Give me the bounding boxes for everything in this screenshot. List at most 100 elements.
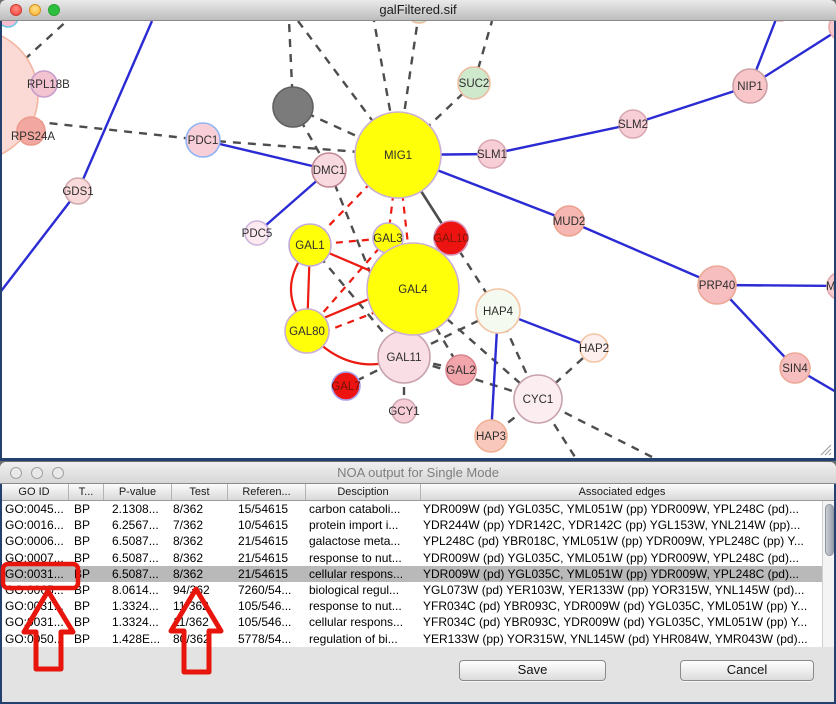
node-label: GAL80 (289, 326, 325, 338)
node-label: HAP2 (579, 343, 609, 355)
node-label: GAL10 (433, 233, 469, 245)
network-window-title: galFiltered.sif (0, 0, 836, 20)
node-gray-node[interactable] (273, 87, 313, 127)
network-edge (78, 21, 152, 191)
column-header-description[interactable]: Desciption (305, 484, 420, 500)
node-label: SUC2 (459, 78, 490, 90)
cell-description: cellular respons... (305, 615, 420, 629)
node-label: SIN4 (782, 363, 808, 375)
close-button-icon[interactable] (10, 467, 22, 479)
cell-edges: YDR009W (pd) YGL035C, YML051W (pp) YDR00… (420, 551, 822, 565)
network-window-titlebar[interactable]: galFiltered.sif (0, 0, 836, 21)
cell-edges: YGL073W (pd) YER103W, YER133W (pp) YOR31… (420, 583, 822, 597)
cell-type: BP (68, 534, 103, 548)
noa-output-window: NOA output for Single Mode GO IDT...P-va… (0, 462, 836, 704)
table-header: GO IDT...P-valueTestReferen...Desciption… (0, 484, 836, 501)
cell-edges: YPL248C (pd) YBR018C, YML051W (pp) YDR00… (420, 534, 822, 548)
node-label: HAP3 (476, 431, 506, 443)
table-row[interactable]: GO:0006...BP6.5087...8/36221/54615galact… (0, 533, 822, 549)
table-row[interactable]: GO:0031...BP6.5087...8/36221/54615cellul… (0, 566, 822, 582)
zoom-button-icon[interactable] (48, 4, 60, 16)
cell-p_value: 6.5087... (103, 567, 171, 581)
cell-description: response to nut... (305, 551, 420, 565)
cell-test: 7/362 (171, 518, 227, 532)
table-row[interactable]: GO:0031...BP1.3324...11/362105/546...res… (0, 598, 822, 614)
node-label: GAL2 (446, 365, 475, 377)
cell-go_id: GO:0045... (0, 502, 68, 516)
zoom-button-icon[interactable] (52, 467, 64, 479)
cell-test: 8/362 (171, 567, 227, 581)
table-row[interactable]: GO:0065...BP8.0614...94/3627260/54...bio… (0, 582, 822, 598)
column-header-reference[interactable]: Referen... (227, 484, 305, 500)
column-header-test[interactable]: Test (171, 484, 227, 500)
cell-go_id: GO:0016... (0, 518, 68, 532)
cell-reference: 5778/54... (227, 632, 305, 646)
column-header-p_value[interactable]: P-value (103, 484, 171, 500)
network-graph: RPL18BRPS24AGDS1PDC1DMC1SUC2NIP1SLM2SLM1… (0, 21, 836, 461)
table-row[interactable]: GO:0045...BP2.1308...8/36215/54615carbon… (0, 501, 822, 517)
minimize-button-icon[interactable] (31, 467, 43, 479)
column-header-type[interactable]: T... (68, 484, 103, 500)
network-edge (569, 221, 717, 285)
cell-description: cellular respons... (305, 567, 420, 581)
cell-type: BP (68, 518, 103, 532)
node-label: SLM1 (477, 149, 507, 161)
node-label: GAL7 (331, 381, 360, 393)
table-row[interactable]: GO:0031...BP1.3324...11/362105/546...cel… (0, 614, 822, 630)
cell-type: BP (68, 615, 103, 629)
cell-type: BP (68, 599, 103, 613)
cell-p_value: 1.3324... (103, 615, 171, 629)
cell-reference: 105/546... (227, 599, 305, 613)
cell-reference: 21/54615 (227, 551, 305, 565)
cell-go_id: GO:0031... (0, 599, 68, 613)
cancel-button[interactable]: Cancel (680, 660, 814, 681)
cell-go_id: GO:0050... (0, 632, 68, 646)
close-button-icon[interactable] (10, 4, 22, 16)
cell-description: carbon cataboli... (305, 502, 420, 516)
node-label: PRP40 (699, 280, 735, 292)
cell-type: BP (68, 502, 103, 516)
cell-edges: YFR034C (pd) YBR093C, YDR009W (pd) YGL03… (420, 599, 822, 613)
node-label: DMC1 (313, 165, 346, 177)
table-row[interactable]: GO:0050...BP1.428E...80/3625778/54...reg… (0, 631, 822, 647)
cell-reference: 21/54615 (227, 534, 305, 548)
node-label: MUD2 (553, 216, 586, 228)
cell-go_id: GO:0031... (0, 567, 68, 581)
cell-reference: 10/54615 (227, 518, 305, 532)
cell-type: BP (68, 583, 103, 597)
minimize-button-icon[interactable] (29, 4, 41, 16)
table-row[interactable]: GO:0016...BP6.2567...7/36210/54615protei… (0, 517, 822, 533)
resize-grip-icon[interactable] (818, 442, 832, 456)
node-label: GDS1 (62, 186, 93, 198)
results-table: GO:0045...BP2.1308...8/36215/54615carbon… (0, 501, 822, 647)
cell-edges: YDR244W (pp) YDR142C, YDR142C (pp) YGL15… (420, 518, 822, 532)
cell-p_value: 1.3324... (103, 599, 171, 613)
cell-description: response to nut... (305, 599, 420, 613)
cell-description: biological regul... (305, 583, 420, 597)
node-tif-partial[interactable] (0, 21, 18, 27)
cell-description: protein import i... (305, 518, 420, 532)
node-label: RPS24A (11, 131, 55, 143)
node-label: MIG1 (384, 150, 412, 162)
window-border (0, 458, 836, 461)
cell-reference: 105/546... (227, 615, 305, 629)
cell-test: 8/362 (171, 551, 227, 565)
noa-window-titlebar[interactable]: NOA output for Single Mode (0, 462, 836, 484)
node-label: GAL1 (295, 240, 324, 252)
node-label: GAL11 (387, 352, 422, 364)
cell-p_value: 1.428E... (103, 632, 171, 646)
cell-test: 8/362 (171, 534, 227, 548)
save-button[interactable]: Save (459, 660, 606, 681)
column-header-go_id[interactable]: GO ID (0, 484, 68, 500)
cell-test: 8/362 (171, 502, 227, 516)
column-header-edges[interactable]: Associated edges (420, 484, 823, 500)
cell-type: BP (68, 567, 103, 581)
scrollbar-thumb[interactable] (825, 504, 834, 556)
table-row[interactable]: GO:0007...BP6.5087...8/36221/54615respon… (0, 550, 822, 566)
cell-p_value: 8.0614... (103, 583, 171, 597)
network-canvas[interactable]: RPL18BRPS24AGDS1PDC1DMC1SUC2NIP1SLM2SLM1… (0, 21, 836, 461)
cell-p_value: 2.1308... (103, 502, 171, 516)
network-window: galFiltered.sif RPL18BRPS24AGDS1PDC1DMC1… (0, 0, 836, 461)
node-green-partial-top[interactable] (407, 21, 431, 23)
node-label: CYC1 (523, 394, 554, 406)
